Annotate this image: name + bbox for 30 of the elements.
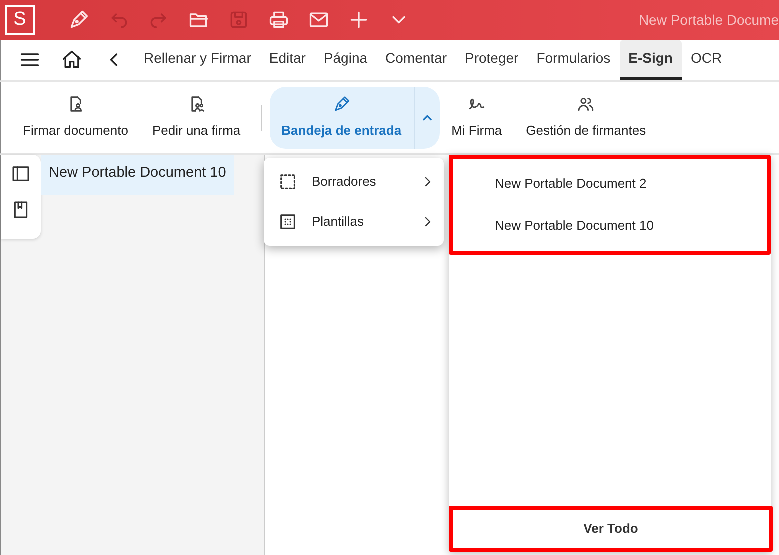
ribbon-tab[interactable]: Rellenar y Firmar (135, 40, 260, 80)
document-tab[interactable]: New Portable Document 10 (41, 155, 234, 195)
logo: S (5, 5, 35, 35)
home-icon[interactable] (61, 49, 83, 71)
ribbon-tab[interactable]: Página (314, 40, 377, 80)
dashed-square-icon (278, 172, 298, 192)
document-item[interactable]: New Portable Document 10 (453, 205, 767, 247)
dropdown-toggle-button[interactable] (414, 86, 440, 148)
menu-item[interactable]: Borradores (264, 162, 444, 202)
ribbon-button[interactable]: Gestión de firmantes (514, 86, 658, 148)
ribbon-tab[interactable]: Proteger (456, 40, 528, 80)
ribbon-tab[interactable]: OCR (682, 40, 732, 80)
panel-icon[interactable] (11, 164, 31, 184)
pen-icon[interactable] (68, 9, 90, 31)
ribbon-button[interactable]: Firmar documento (11, 86, 140, 148)
ribbon-button[interactable]: Bandeja de entrada (270, 86, 414, 148)
view-all-button[interactable]: Ver Todo (449, 506, 773, 552)
ribbon-tab[interactable]: Formularios (528, 40, 620, 80)
ribbon-tab[interactable]: Comentar (376, 40, 456, 80)
document-item[interactable]: New Portable Document 2 (453, 163, 767, 205)
print-icon[interactable] (268, 9, 290, 31)
ribbon-tab[interactable]: E-Sign (620, 40, 682, 80)
grid-square-icon (278, 212, 298, 232)
ribbon-tab[interactable]: Editar (260, 40, 315, 80)
ribbon-button[interactable]: Mi Firma (440, 86, 514, 148)
plus-icon[interactable] (348, 9, 370, 31)
menu-item[interactable]: Plantillas (264, 202, 444, 242)
document-title: New Portable Docume (638, 10, 779, 30)
caret-up-icon (422, 115, 432, 122)
ribbon-button[interactable]: Pedir una firma (140, 86, 253, 148)
